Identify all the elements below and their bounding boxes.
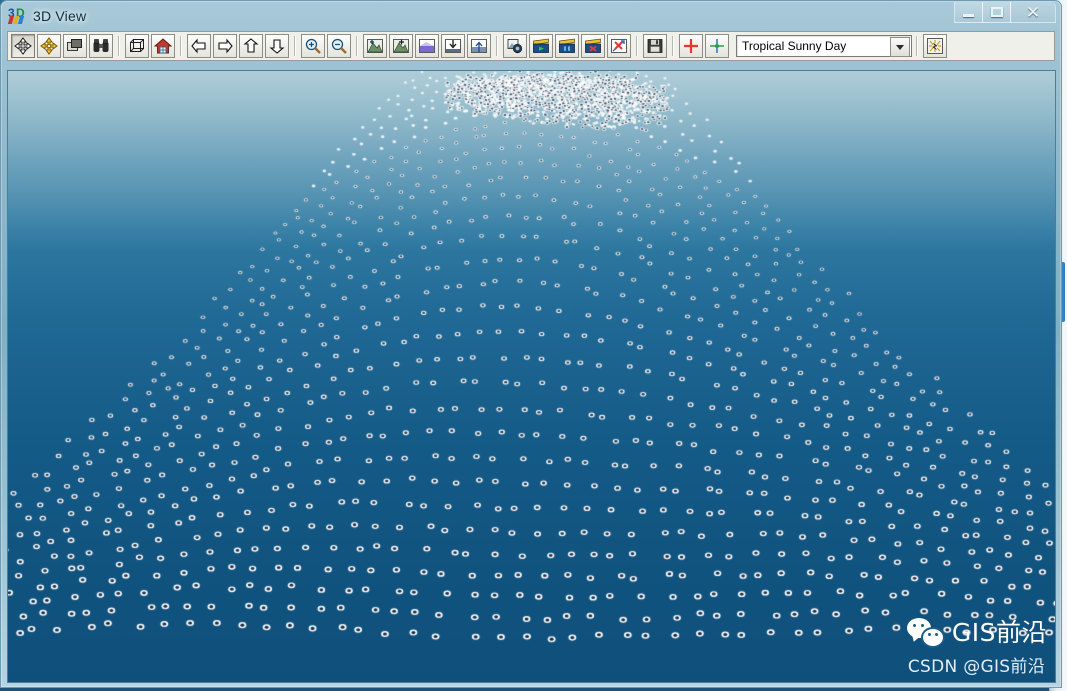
arrow-down-icon bbox=[269, 39, 285, 54]
window-controls: ✕ bbox=[954, 2, 1056, 23]
combo-dropdown-button[interactable] bbox=[890, 37, 910, 57]
red-crosshair-icon bbox=[684, 39, 698, 53]
lightning-effects-icon bbox=[927, 38, 943, 54]
maximize-icon bbox=[990, 7, 1003, 17]
floppy-disk-icon bbox=[647, 39, 663, 53]
fly-tool[interactable] bbox=[37, 34, 61, 58]
zoom-to-target-button[interactable] bbox=[363, 34, 387, 58]
binoculars-icon bbox=[93, 39, 109, 52]
zoom-out-button[interactable] bbox=[327, 34, 351, 58]
zoom-to-selection-button[interactable] bbox=[441, 34, 465, 58]
stop-animation-button[interactable] bbox=[581, 34, 605, 58]
minimize-icon bbox=[963, 13, 974, 17]
previous-view-button[interactable] bbox=[187, 34, 211, 58]
play-animation-button[interactable] bbox=[529, 34, 553, 58]
scene-style-combo[interactable]: Tropical Sunny Day bbox=[736, 35, 912, 57]
clapper-stop-icon bbox=[585, 38, 601, 53]
magnifier-plus-icon bbox=[305, 38, 321, 54]
red-x-arrow-icon bbox=[611, 39, 627, 53]
arcscene-3d-icon: 3D bbox=[7, 7, 26, 25]
diamond-arrows-icon bbox=[40, 37, 58, 55]
set-observer-point-button[interactable] bbox=[679, 34, 703, 58]
four-way-arrow-icon bbox=[14, 37, 32, 55]
3d-view-toolbar: Tropical Sunny Day bbox=[7, 31, 1055, 61]
title-bar: 3D 3D View ✕ bbox=[1, 1, 1061, 31]
down-arrow-layer-icon bbox=[445, 39, 461, 53]
close-icon: ✕ bbox=[1025, 2, 1041, 22]
save-scene-button[interactable] bbox=[643, 34, 667, 58]
full-extent-button[interactable] bbox=[125, 34, 149, 58]
pause-animation-button[interactable] bbox=[555, 34, 579, 58]
horizon-observer-icon bbox=[419, 39, 435, 53]
minimize-button[interactable] bbox=[954, 2, 983, 23]
up-arrow-layer-button[interactable] bbox=[467, 34, 491, 58]
chevron-down-icon bbox=[896, 44, 904, 50]
center-on-target-button[interactable] bbox=[389, 34, 413, 58]
toolbar-separator bbox=[118, 36, 120, 56]
toolbar-separator bbox=[180, 36, 182, 56]
close-button[interactable]: ✕ bbox=[1010, 2, 1056, 23]
up-arrow-layer-icon bbox=[471, 39, 487, 53]
toolbar-separator bbox=[356, 36, 358, 56]
select-features-button[interactable] bbox=[63, 34, 87, 58]
toolbar-separator bbox=[672, 36, 674, 56]
terrain-plus-icon bbox=[367, 39, 383, 53]
pan-down-button[interactable] bbox=[265, 34, 289, 58]
sun-effects-button[interactable] bbox=[923, 34, 947, 58]
stacked-layers-icon bbox=[67, 39, 82, 51]
scene-style-value: Tropical Sunny Day bbox=[742, 39, 847, 53]
zoom-in-button[interactable] bbox=[301, 34, 325, 58]
default-view-button[interactable] bbox=[151, 34, 175, 58]
point-cloud-canvas[interactable] bbox=[8, 71, 1055, 682]
home-house-icon bbox=[154, 38, 172, 54]
clapper-pause-icon bbox=[559, 38, 575, 53]
wireframe-cube-icon bbox=[130, 39, 144, 52]
set-observer-button[interactable] bbox=[415, 34, 439, 58]
green-crosshair-icon bbox=[710, 39, 724, 53]
toolbar-separator bbox=[294, 36, 296, 56]
toolbar-separator bbox=[916, 36, 918, 56]
identify-tool[interactable] bbox=[89, 34, 113, 58]
magnifier-minus-icon bbox=[331, 38, 347, 54]
arrow-right-icon bbox=[218, 38, 233, 54]
terrain-crosshair-icon bbox=[393, 39, 409, 53]
set-target-point-button[interactable] bbox=[705, 34, 729, 58]
scene-properties-button[interactable] bbox=[503, 34, 527, 58]
arrow-left-icon bbox=[191, 38, 206, 54]
window-title: 3D View bbox=[33, 8, 87, 24]
3d-scene-viewport[interactable] bbox=[7, 70, 1056, 683]
next-view-button[interactable] bbox=[213, 34, 237, 58]
maximize-button[interactable] bbox=[982, 2, 1011, 23]
toolbar-separator bbox=[636, 36, 638, 56]
toolbar-separator bbox=[496, 36, 498, 56]
arrow-up-icon bbox=[243, 38, 259, 53]
scene-properties-icon bbox=[507, 39, 523, 54]
clapper-play-icon bbox=[533, 38, 549, 53]
3d-view-window: 3D 3D View ✕ Tropical Sunny Day GIS前沿 CS… bbox=[0, 0, 1062, 688]
clear-animation-button[interactable] bbox=[607, 34, 631, 58]
navigate-tool[interactable] bbox=[11, 34, 35, 58]
pan-up-button[interactable] bbox=[239, 34, 263, 58]
